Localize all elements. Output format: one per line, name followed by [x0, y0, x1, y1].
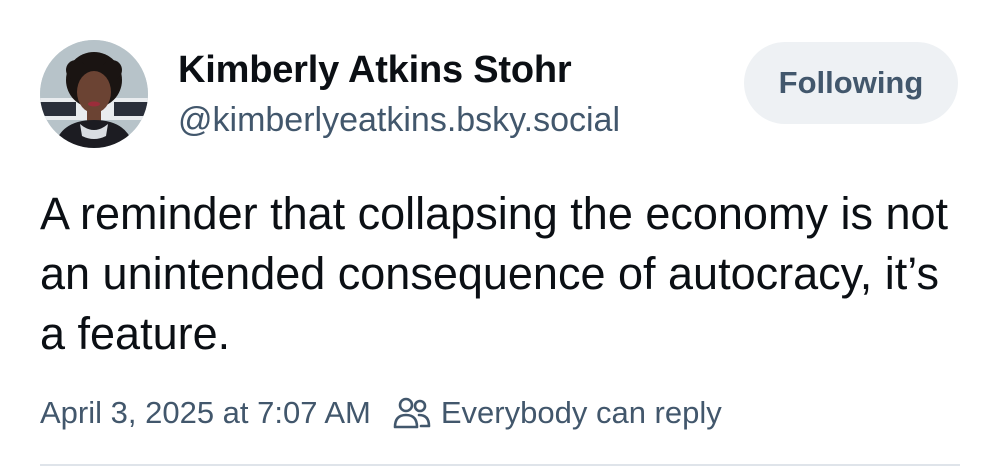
avatar-image [40, 40, 148, 148]
reply-setting-label: Everybody can reply [440, 395, 722, 430]
post-card: Kimberly Atkins Stohr @kimberlyeatkins.b… [0, 0, 1000, 473]
author-display-name[interactable]: Kimberly Atkins Stohr [178, 44, 572, 96]
divider [40, 464, 960, 466]
author-avatar[interactable] [40, 40, 148, 148]
people-icon [393, 396, 431, 430]
author-handle[interactable]: @kimberlyeatkins.bsky.social [178, 97, 620, 143]
reply-setting[interactable]: Everybody can reply [393, 395, 722, 431]
following-button[interactable]: Following [744, 42, 958, 124]
post-meta: April 3, 2025 at 7:07 AM Everybody can r… [40, 390, 722, 436]
post-timestamp[interactable]: April 3, 2025 at 7:07 AM [40, 395, 371, 431]
post-text: A reminder that collapsing the economy i… [40, 188, 948, 359]
